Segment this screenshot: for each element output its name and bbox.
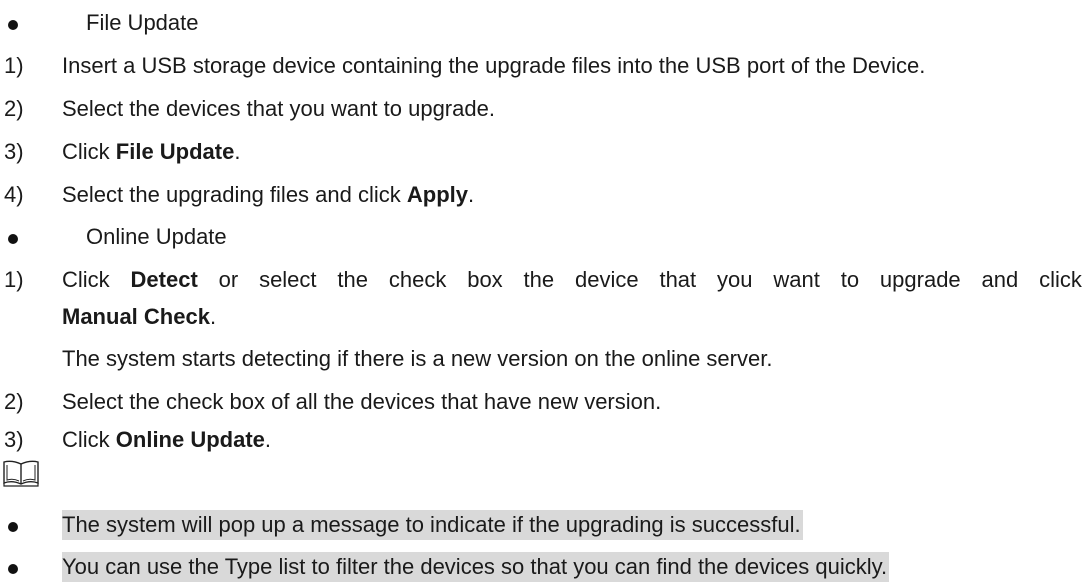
ui-term: Apply xyxy=(406,182,468,207)
step-number: 2) xyxy=(4,96,24,121)
step-number: 1) xyxy=(4,267,24,292)
step-text: Select the upgrading files and click App… xyxy=(62,182,475,207)
bullet-icon xyxy=(8,564,18,574)
ui-term: Online Update xyxy=(115,427,265,452)
step-number: 1) xyxy=(4,53,24,78)
bullet-icon xyxy=(8,234,18,244)
heading-text: Online Update xyxy=(86,224,227,249)
note-text: The system will pop up a message to indi… xyxy=(62,510,803,540)
ui-term: Manual Check xyxy=(62,304,210,329)
note-text: You can use the Type list to filter the … xyxy=(62,552,890,582)
step-text: Select the check box of all the devices … xyxy=(62,389,662,414)
heading-text: File Update xyxy=(86,10,199,35)
ui-term: Detect xyxy=(130,267,198,292)
step-number: 3) xyxy=(4,139,24,164)
step-number: 3) xyxy=(4,427,24,452)
step-text: Click Online Update. xyxy=(62,427,272,452)
step-number: 4) xyxy=(4,182,24,207)
step-text: Click File Update. xyxy=(62,139,241,164)
bullet-icon xyxy=(8,522,18,532)
step-text: Insert a USB storage device containing t… xyxy=(62,53,926,78)
book-icon xyxy=(3,460,39,487)
step-text: Select the devices that you want to upgr… xyxy=(62,96,495,121)
ui-term: File Update xyxy=(115,139,235,164)
bullet-icon xyxy=(8,20,18,30)
step-text-justified: Click Detect or select the check box the… xyxy=(62,265,1082,295)
step-number: 2) xyxy=(4,389,24,414)
